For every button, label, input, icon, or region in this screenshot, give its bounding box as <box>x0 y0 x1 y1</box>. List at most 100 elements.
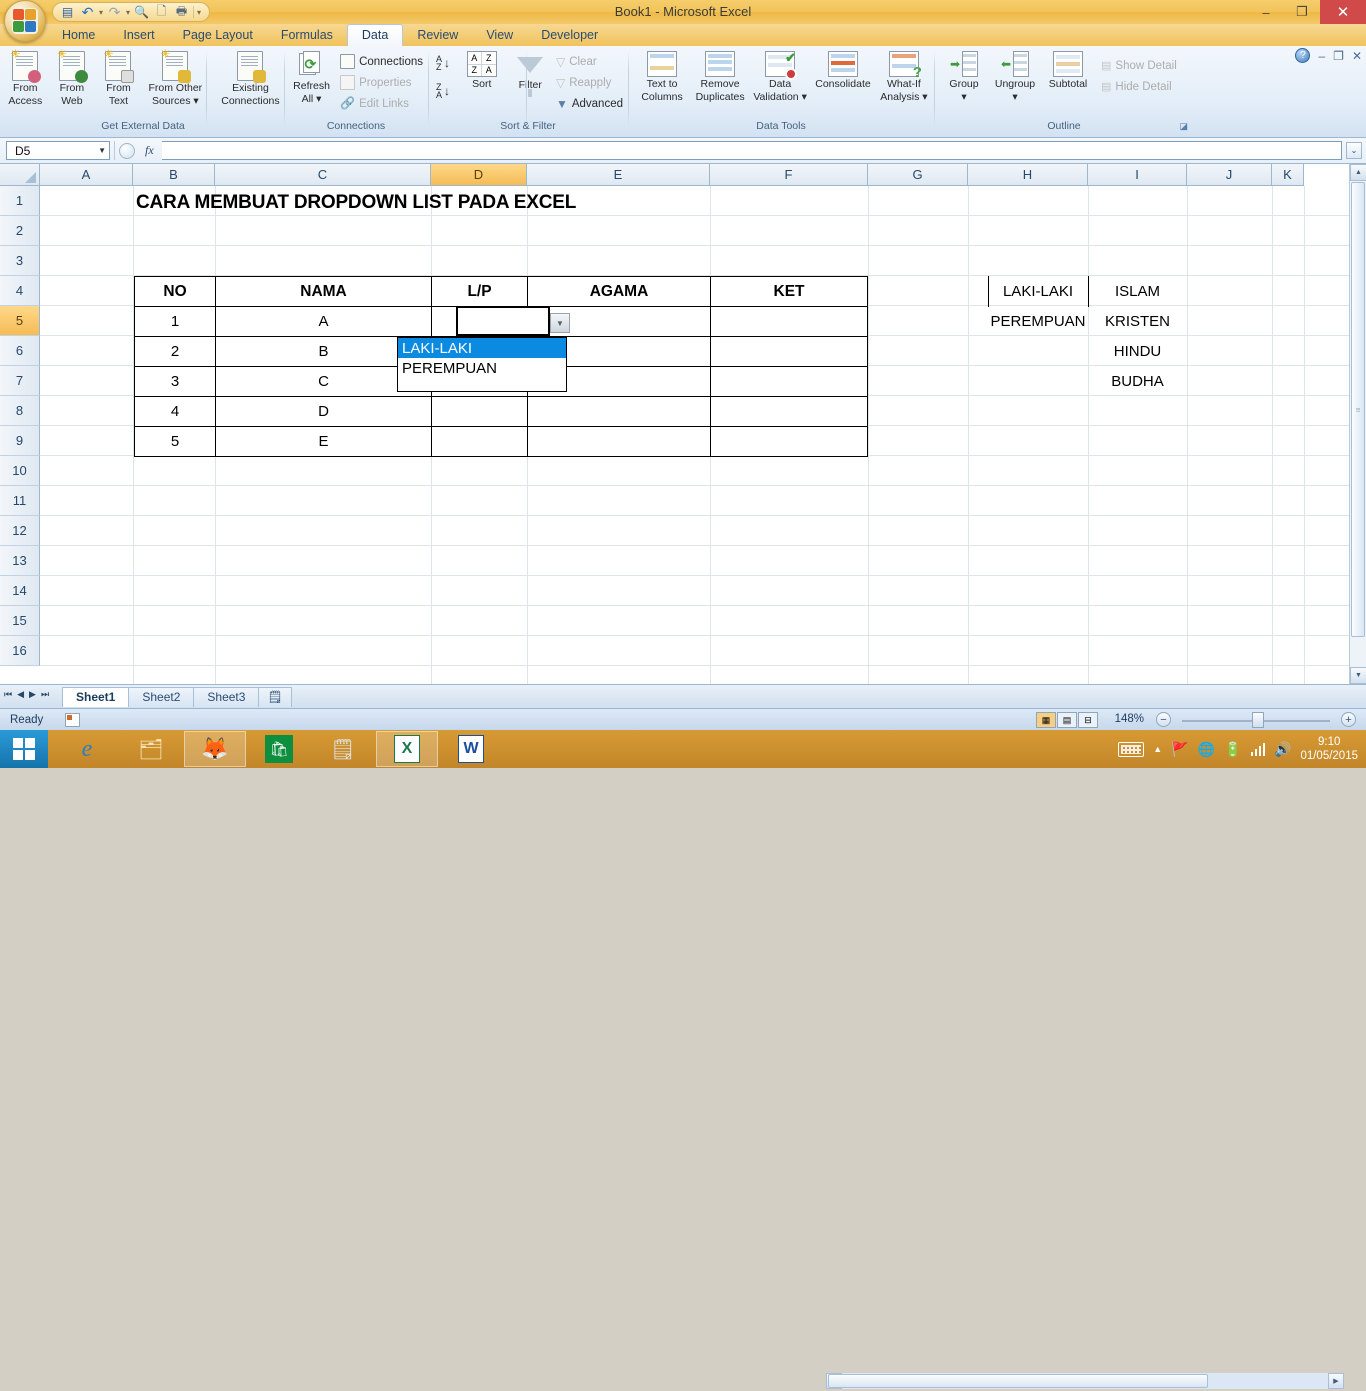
show-detail-button[interactable]: ▤ Show Detail <box>1098 55 1180 76</box>
sheet-tab-sheet2[interactable]: Sheet2 <box>128 687 195 707</box>
column-header-I[interactable]: I <box>1088 164 1187 186</box>
insert-function-round-icon[interactable] <box>119 142 135 159</box>
new-document-icon[interactable]: 🗋 <box>153 4 170 21</box>
ungroup-dropdown-icon[interactable]: ▾ <box>1012 92 1017 103</box>
edit-links-button[interactable]: 🔗 Edit Links <box>337 93 426 114</box>
scroll-down-icon[interactable]: ▼ <box>1350 667 1366 684</box>
office-button[interactable] <box>4 0 46 42</box>
from-other-sources-button[interactable]: ✳ From Other Sources ▾ <box>142 47 209 107</box>
row-header-9[interactable]: 9 <box>0 426 40 456</box>
table-row[interactable]: D <box>215 396 432 427</box>
row-header-12[interactable]: 12 <box>0 516 40 546</box>
insert-worksheet-icon[interactable]: 🗒 <box>258 687 292 707</box>
start-button[interactable] <box>0 730 48 768</box>
row-header-10[interactable]: 10 <box>0 456 40 486</box>
minimize-button[interactable]: – <box>1248 0 1284 24</box>
table-row[interactable]: 2 <box>134 336 216 367</box>
name-box-dropdown-icon[interactable]: ▼ <box>98 146 106 155</box>
row-header-3[interactable]: 3 <box>0 246 40 276</box>
table-row[interactable]: 5 <box>134 426 216 457</box>
table-row[interactable] <box>431 426 528 457</box>
lookup-religion-4[interactable]: BUDHA <box>1088 366 1187 397</box>
subtotal-button[interactable]: Subtotal <box>1042 47 1094 90</box>
next-sheet-icon[interactable]: ▶ <box>29 689 36 700</box>
table-row[interactable] <box>710 366 868 397</box>
ribbon-restore-button[interactable]: ❐ <box>1333 49 1344 63</box>
horizontal-scroll-thumb[interactable] <box>828 1374 1208 1388</box>
macro-record-icon[interactable] <box>65 712 81 727</box>
column-header-B[interactable]: B <box>133 164 215 186</box>
row-header-13[interactable]: 13 <box>0 546 40 576</box>
row-header-1[interactable]: 1 <box>0 186 40 216</box>
row-header-4[interactable]: 4 <box>0 276 40 306</box>
column-header-J[interactable]: J <box>1187 164 1272 186</box>
close-button[interactable]: ✕ <box>1320 0 1366 24</box>
column-header-C[interactable]: C <box>215 164 431 186</box>
existing-connections-button[interactable]: Existing Connections <box>217 47 284 107</box>
formula-input[interactable] <box>161 141 1342 160</box>
battery-icon[interactable]: 🔋 <box>1224 741 1241 758</box>
outline-dialog-launcher-icon[interactable]: ◪ <box>1179 121 1188 132</box>
tab-page-layout[interactable]: Page Layout <box>169 24 267 46</box>
table-row[interactable]: 1 <box>134 306 216 337</box>
show-hidden-icons-icon[interactable]: ▲ <box>1153 744 1162 754</box>
customize-qat-icon[interactable]: ▾ <box>197 8 201 17</box>
column-header-E[interactable]: E <box>527 164 710 186</box>
tab-formulas[interactable]: Formulas <box>267 24 347 46</box>
table-row[interactable] <box>431 396 528 427</box>
select-all-corner[interactable] <box>0 164 40 186</box>
column-header-H[interactable]: H <box>968 164 1088 186</box>
ungroup-button[interactable]: ⬅ Ungroup ▾ <box>988 47 1042 103</box>
advanced-filter-button[interactable]: ▼ Advanced <box>553 93 626 114</box>
group-button[interactable]: ➡ Group ▾ <box>940 47 988 103</box>
last-sheet-icon[interactable]: ⏭ <box>41 689 49 700</box>
horizontal-scrollbar[interactable]: ◀ ▶ <box>806 1371 1366 1391</box>
save-icon[interactable]: ▤ <box>59 4 76 21</box>
column-header-K[interactable]: K <box>1272 164 1304 186</box>
column-header-D[interactable]: D <box>431 164 527 186</box>
data-validation-button[interactable]: ✔ Data Validation ▾ <box>750 47 810 103</box>
from-text-button[interactable]: ✳ From Text <box>95 47 142 107</box>
sort-descending-button[interactable]: Z A ↓ <box>436 81 458 101</box>
lookup-religion-1[interactable]: ISLAM <box>1088 276 1187 307</box>
dropdown-list[interactable]: LAKI-LAKI PEREMPUAN <box>397 337 567 392</box>
restore-button[interactable]: ❐ <box>1284 0 1320 24</box>
zoom-out-button[interactable]: − <box>1156 712 1171 727</box>
clear-filter-button[interactable]: ▽ Clear <box>553 51 626 72</box>
undo-icon[interactable]: ↶ <box>79 4 96 21</box>
from-access-button[interactable]: ✳ From Access <box>2 47 49 107</box>
lookup-gender-2[interactable]: PEREMPUAN <box>988 306 1088 337</box>
previous-sheet-icon[interactable]: ◀ <box>17 689 24 700</box>
action-center-flag-icon[interactable]: 🚩 <box>1171 741 1188 758</box>
connections-button[interactable]: Connections <box>337 51 426 72</box>
data-validation-dropdown-arrow-icon[interactable]: ▼ <box>550 313 570 333</box>
sheet-tab-sheet3[interactable]: Sheet3 <box>193 687 260 707</box>
lookup-gender-1[interactable]: LAKI-LAKI <box>988 276 1088 307</box>
consolidate-button[interactable]: Consolidate <box>810 47 876 90</box>
cell-area[interactable]: CARA MEMBUAT DROPDOWN LIST PADA EXCEL NO… <box>40 186 1366 684</box>
zoom-slider[interactable]: − + <box>1156 712 1356 728</box>
reapply-filter-button[interactable]: ▽ Reapply <box>553 72 626 93</box>
vertical-scrollbar[interactable]: ▲ ≡ ▼ <box>1349 164 1366 684</box>
taskbar-file-explorer[interactable]: 🗂 <box>120 731 182 767</box>
row-header-6[interactable]: 6 <box>0 336 40 366</box>
table-row[interactable] <box>527 396 711 427</box>
refresh-all-button[interactable]: ⟳ Refresh All ▾ <box>286 47 337 105</box>
volume-icon[interactable]: 🔊 <box>1274 741 1291 758</box>
lookup-religion-3[interactable]: HINDU <box>1088 336 1187 367</box>
lookup-religion-2[interactable]: KRISTEN <box>1088 306 1187 337</box>
print-icon[interactable]: 🖶 <box>173 4 190 21</box>
row-header-2[interactable]: 2 <box>0 216 40 246</box>
tab-developer[interactable]: Developer <box>527 24 612 46</box>
table-row[interactable] <box>710 336 868 367</box>
properties-button[interactable]: Properties <box>337 72 426 93</box>
help-icon[interactable]: ? <box>1295 48 1311 63</box>
print-preview-icon[interactable]: 🔍 <box>133 4 150 21</box>
clock[interactable]: 9:10 01/05/2015 <box>1300 735 1358 763</box>
sheet-tab-sheet1[interactable]: Sheet1 <box>62 687 130 707</box>
tab-view[interactable]: View <box>472 24 527 46</box>
taskbar-internet-explorer[interactable]: e <box>56 731 118 767</box>
table-row[interactable] <box>710 396 868 427</box>
dropdown-option-perempuan[interactable]: PEREMPUAN <box>398 358 566 378</box>
row-header-11[interactable]: 11 <box>0 486 40 516</box>
